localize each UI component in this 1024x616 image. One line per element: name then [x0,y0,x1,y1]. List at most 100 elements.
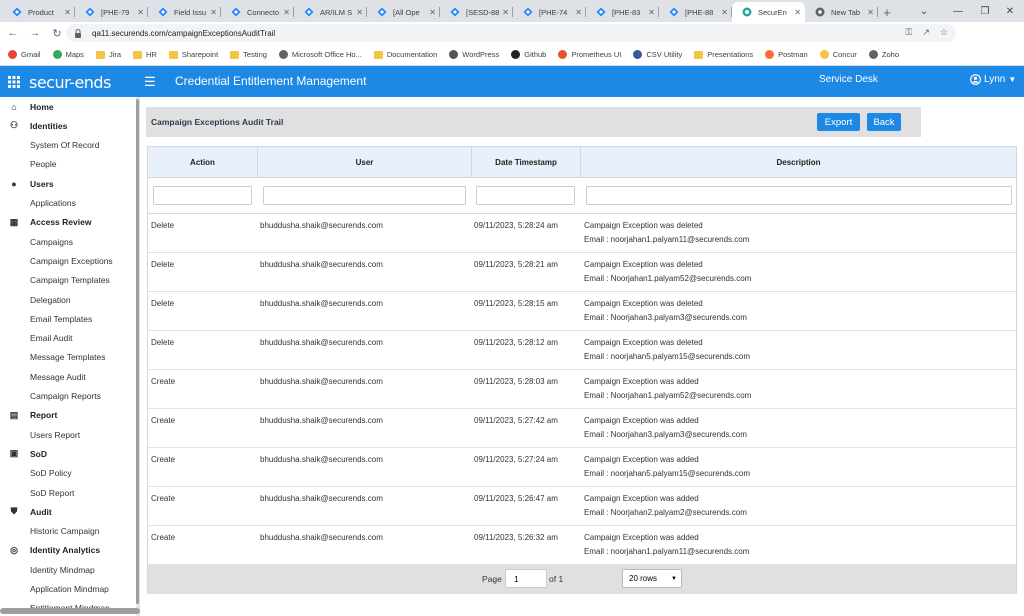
browser-tab[interactable]: Field Issu ✕ [148,2,221,22]
app-logo[interactable]: secur-ends [29,73,111,92]
column-header-user[interactable]: User [258,147,472,178]
table-row[interactable]: Create bhuddusha.shaik@securends.com 09/11… [148,448,1016,487]
tab-close-icon[interactable]: ✕ [210,8,217,17]
sidebar-item[interactable]: Campaign Templates [0,271,136,290]
browser-tab[interactable]: Product ✕ [2,2,75,22]
sidebar-item[interactable]: SoD Policy [0,464,136,483]
column-header-description[interactable]: Description [581,147,1016,178]
service-desk-link[interactable]: Service Desk [819,74,878,85]
description-filter-input[interactable] [586,186,1012,205]
browser-tab[interactable]: [PHE-79 ✕ [75,2,148,22]
tab-close-icon[interactable]: ✕ [721,8,728,17]
sidebar-horizontal-scrollbar[interactable] [0,608,140,614]
bookmark-item[interactable]: Documentation [373,50,437,59]
bookmark-item[interactable]: Microsoft Office Ho... [278,50,362,59]
tab-close-icon[interactable]: ✕ [867,8,874,17]
tab-close-icon[interactable]: ✕ [794,8,801,17]
rows-per-page-select[interactable]: 20 rows ▼ [622,569,682,588]
bookmark-item[interactable]: HR [133,50,157,59]
sidebar-item[interactable]: ⌂ Home [0,97,136,116]
page-number-input[interactable]: 1 [505,569,547,588]
tab-close-icon[interactable]: ✕ [429,8,436,17]
sidebar-item[interactable]: Campaign Exceptions [0,251,136,270]
table-row[interactable]: Create bhuddusha.shaik@securends.com 09/11… [148,370,1016,409]
sidebar-item[interactable]: Delegation [0,290,136,309]
bookmark-item[interactable]: Gmail [8,50,41,59]
bookmark-item[interactable]: Jira [95,50,121,59]
close-window-icon[interactable]: ✕ [990,0,1024,22]
tab-close-icon[interactable]: ✕ [575,8,582,17]
forward-arrow-icon[interactable]: → [24,22,46,44]
browser-tab[interactable]: [PHE-83 ✕ [586,2,659,22]
sidebar-item[interactable]: ◎ Identity Analytics [0,541,136,560]
column-header-action[interactable]: Action [148,147,258,178]
new-tab-button[interactable]: + [878,2,896,22]
sidebar-item[interactable]: ▦ Access Review [0,213,136,232]
sidebar-item[interactable]: Message Templates [0,348,136,367]
bookmark-item[interactable]: Sharepoint [168,50,218,59]
user-filter-input[interactable] [263,186,466,205]
sidebar-item[interactable]: People [0,155,136,174]
browser-tab[interactable]: Connecto ✕ [221,2,294,22]
sidebar-item[interactable]: Email Templates [0,309,136,328]
sidebar-item[interactable]: Campaigns [0,232,136,251]
bookmark-item[interactable]: Prometheus UI [558,50,621,59]
reload-icon[interactable]: ↻ [46,22,68,44]
key-icon[interactable]: ⚿ [906,27,913,38]
sidebar-item[interactable]: Identity Mindmap [0,560,136,579]
table-row[interactable]: Delete bhuddusha.shaik@securends.com 09/11… [148,214,1016,253]
bookmark-item[interactable]: Maps [52,50,84,59]
export-button[interactable]: Export [817,113,860,131]
table-row[interactable]: Delete bhuddusha.shaik@securends.com 09/11… [148,253,1016,292]
user-menu[interactable]: Lynn ▼ [970,74,1016,85]
sidebar-item[interactable]: Historic Campaign [0,522,136,541]
browser-tab[interactable]: [All Ope ✕ [367,2,440,22]
bookmark-star-icon[interactable]: ☆ [940,27,948,38]
table-row[interactable]: Delete bhuddusha.shaik@securends.com 09/11… [148,331,1016,370]
tab-close-icon[interactable]: ✕ [502,8,509,17]
apps-grid-icon[interactable] [8,75,20,93]
bookmark-item[interactable]: Presentations [694,50,753,59]
browser-tab[interactable]: New Tab ✕ [805,2,878,22]
sidebar-item[interactable]: Message Audit [0,367,136,386]
table-row[interactable]: Create bhuddusha.shaik@securends.com 09/11… [148,409,1016,448]
browser-tab[interactable]: SecurEn ✕ [732,2,805,22]
table-row[interactable]: Create bhuddusha.shaik@securends.com 09/11… [148,526,1016,565]
action-filter-input[interactable] [153,186,252,205]
bookmark-item[interactable]: WordPress [449,50,499,59]
back-button[interactable]: Back [867,113,901,131]
sidebar-item[interactable]: ● Users [0,174,136,193]
sidebar-item[interactable]: ▣ SoD [0,444,136,463]
browser-tab[interactable]: [PHE-74 ✕ [513,2,586,22]
sidebar-item[interactable]: System Of Record [0,136,136,155]
tab-close-icon[interactable]: ✕ [64,8,71,17]
sidebar-item[interactable]: Applications [0,194,136,213]
share-icon[interactable]: ↗ [922,27,930,38]
bookmark-item[interactable]: Github [511,50,546,59]
sidebar-item[interactable]: Email Audit [0,329,136,348]
tab-close-icon[interactable]: ✕ [283,8,290,17]
sidebar-item[interactable]: ⛊ Audit [0,502,136,521]
bookmark-item[interactable]: CSV Utility [633,50,682,59]
sidebar-item[interactable]: ▤ Report [0,406,136,425]
sidebar-scrollbar[interactable] [136,97,139,616]
tab-close-icon[interactable]: ✕ [356,8,363,17]
back-arrow-icon[interactable]: ← [2,22,24,44]
browser-tab[interactable]: [PHE-88 ✕ [659,2,732,22]
table-row[interactable]: Delete bhuddusha.shaik@securends.com 09/11… [148,292,1016,331]
omnibox[interactable]: qa11.securends.com/campaignExceptionsAud… [66,24,956,42]
bookmark-item[interactable]: Testing [230,50,267,59]
sidebar-item[interactable]: ⚇ Identities [0,116,136,135]
bookmark-item[interactable]: Postman [765,50,808,59]
date-filter-input[interactable] [476,186,575,205]
hamburger-menu-icon[interactable]: ☰ [144,74,156,90]
bookmark-item[interactable]: Zoho [868,50,899,59]
tab-close-icon[interactable]: ✕ [137,8,144,17]
bookmark-item[interactable]: Concur [819,50,857,59]
tab-close-icon[interactable]: ✕ [648,8,655,17]
column-header-date[interactable]: Date Timestamp [472,147,581,178]
sidebar-item[interactable]: SoD Report [0,483,136,502]
sidebar-item[interactable]: Campaign Reports [0,387,136,406]
sidebar-item[interactable]: Users Report [0,425,136,444]
browser-tab[interactable]: AR/ILM S ✕ [294,2,367,22]
